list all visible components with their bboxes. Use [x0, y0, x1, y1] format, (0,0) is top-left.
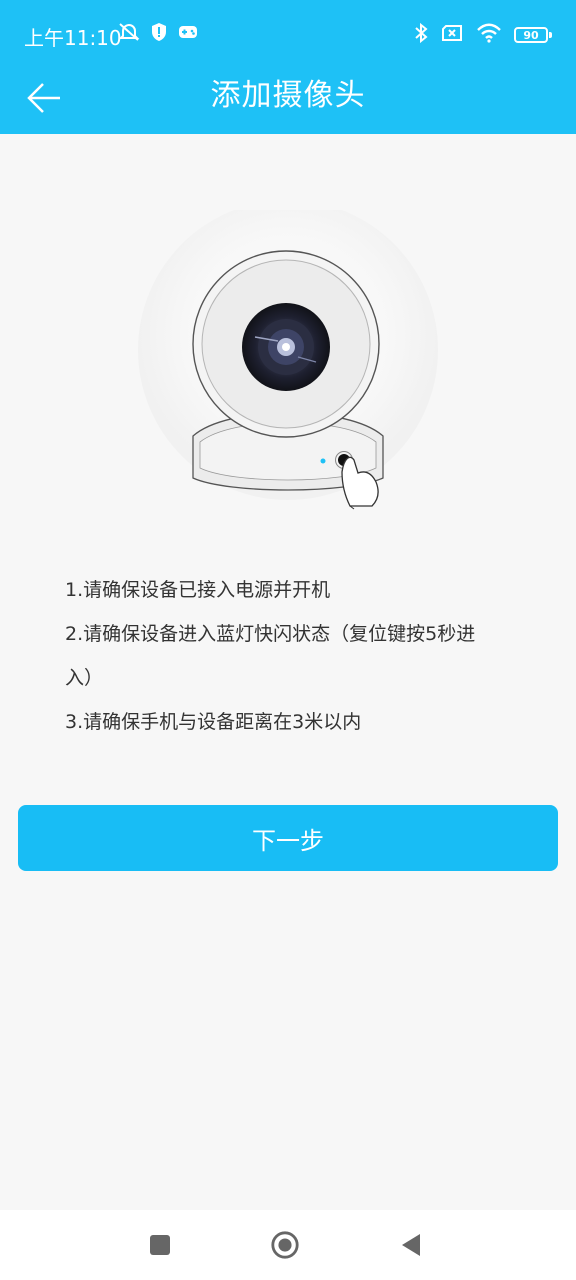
- recent-apps-button[interactable]: [145, 1230, 175, 1260]
- status-time: 上午11:10: [24, 26, 122, 50]
- battery-icon: 90: [514, 27, 552, 43]
- back-icon: [402, 1234, 420, 1256]
- instruction-3: 3.请确保手机与设备距离在3米以内: [65, 711, 362, 733]
- game-icon: [178, 23, 198, 45]
- title-row: 添加摄像头: [0, 64, 576, 134]
- camera-illustration: [128, 200, 448, 510]
- system-back-button[interactable]: [396, 1230, 426, 1260]
- back-arrow-icon: [27, 83, 60, 113]
- recent-apps-icon: [150, 1235, 170, 1255]
- next-button[interactable]: 下一步: [18, 805, 558, 871]
- instruction-1: 1.请确保设备已接入电源并开机: [65, 579, 331, 601]
- home-button[interactable]: [270, 1230, 300, 1260]
- status-left-icons: [118, 22, 198, 46]
- wifi-icon: [476, 23, 502, 47]
- battery-level: 90: [523, 28, 539, 42]
- instruction-2-continued: 入）: [65, 667, 104, 689]
- instruction-list: 1.请确保设备已接入电源并开机 2.请确保设备进入蓝灯快闪状态（复位键按5秒进 …: [65, 568, 525, 744]
- page-title: 添加摄像头: [210, 78, 366, 113]
- back-button[interactable]: [22, 76, 66, 120]
- navigation-bar: [0, 1210, 576, 1280]
- instruction-2: 2.请确保设备进入蓝灯快闪状态（复位键按5秒进: [65, 623, 476, 645]
- sim-off-icon: [440, 24, 464, 46]
- status-bar: 上午11:10 90: [0, 0, 576, 64]
- status-right-icons: 90: [414, 22, 552, 48]
- app-header: 上午11:10 90 添加摄像头: [0, 0, 576, 134]
- bluetooth-icon: [414, 22, 428, 48]
- home-icon: [271, 1231, 299, 1259]
- mute-icon: [118, 22, 140, 46]
- shield-icon: [150, 22, 168, 46]
